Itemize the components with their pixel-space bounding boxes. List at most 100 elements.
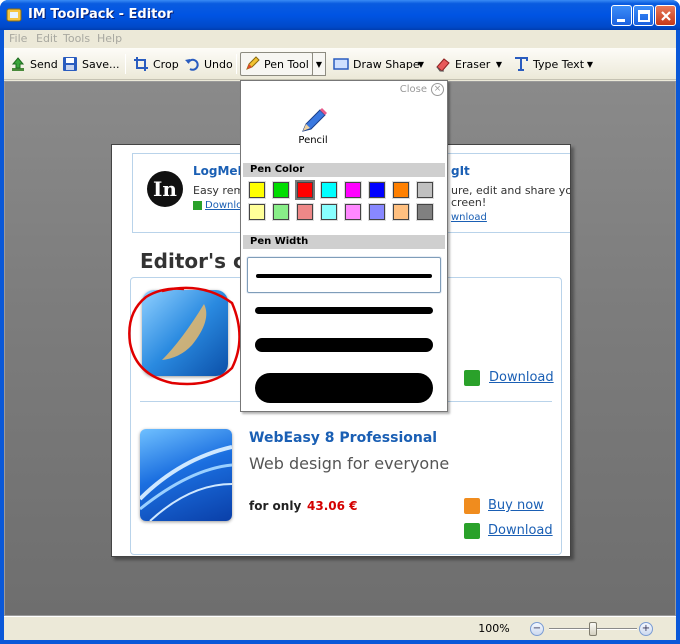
minimize-button[interactable] [611, 5, 632, 26]
red-pencil-annotation [128, 286, 241, 386]
draw-shape-label: Draw Shape [353, 57, 420, 71]
color-swatch[interactable] [368, 203, 386, 221]
send-icon [11, 57, 25, 71]
cart-icon [464, 498, 480, 514]
pen-tool-button[interactable]: Pen Tool [240, 52, 313, 76]
undo-button[interactable]: Undo [181, 52, 236, 76]
color-swatch[interactable] [416, 181, 434, 199]
zoom-level: 100% [478, 622, 510, 635]
logmein-logo: In [147, 171, 183, 207]
eraser-icon [436, 58, 450, 72]
zoom-out-button[interactable]: − [530, 622, 544, 636]
panel-close-label[interactable]: Close [400, 84, 427, 95]
pen-icon [246, 56, 260, 70]
crop-button[interactable]: Crop [130, 52, 182, 76]
pen-width-sample [256, 274, 432, 278]
pen-width-sample [255, 373, 433, 403]
title-bar[interactable]: IM ToolPack - Editor [0, 0, 680, 30]
download-link-2: Download [488, 523, 553, 538]
pencil-label: Pencil [298, 135, 328, 146]
buy-now-link: Buy now [488, 498, 544, 513]
draw-shape-button[interactable]: Draw Shape [330, 52, 423, 76]
minimize-icon [617, 19, 625, 22]
close-icon [661, 11, 671, 21]
right-ad-title: gIt [451, 164, 470, 178]
pen-color-header: Pen Color [243, 163, 445, 177]
color-swatch[interactable] [248, 181, 266, 199]
pen-width-sample [255, 306, 433, 314]
menu-file[interactable]: File [9, 32, 27, 45]
webeasy-title: WebEasy 8 Professional [249, 430, 438, 446]
pen-tool-label: Pen Tool [264, 57, 309, 71]
pen-width-option[interactable] [247, 367, 441, 409]
color-swatch[interactable] [392, 203, 410, 221]
type-text-dropdown-arrow[interactable]: ▼ [583, 52, 597, 76]
chevron-down-icon: ▼ [495, 59, 503, 69]
text-icon [515, 57, 528, 71]
color-swatch[interactable] [344, 181, 362, 199]
color-swatch[interactable] [320, 181, 338, 199]
undo-icon [185, 58, 199, 71]
color-swatch[interactable] [295, 180, 315, 200]
logmein-description: Easy rem [193, 184, 245, 197]
color-swatch[interactable] [296, 203, 314, 221]
pen-tool-panel: Close × Pencil Pen Color Pen Width [240, 80, 448, 412]
chevron-down-icon: ▼ [315, 59, 323, 69]
color-swatch[interactable] [392, 181, 410, 199]
maximize-icon [638, 10, 650, 22]
webeasy-icon [138, 429, 233, 522]
zoom-in-button[interactable]: + [639, 622, 653, 636]
maximize-button[interactable] [633, 5, 654, 26]
color-swatch[interactable] [248, 203, 266, 221]
close-button[interactable] [655, 5, 676, 26]
status-bar: 100% − + [4, 616, 676, 640]
color-swatch[interactable] [368, 181, 386, 199]
send-label: Send [30, 57, 58, 71]
right-ad-download-link: wnload [451, 212, 487, 223]
window-title: IM ToolPack - Editor [28, 7, 173, 22]
webeasy-subtitle: Web design for everyone [249, 454, 450, 473]
color-swatch[interactable] [272, 181, 290, 199]
download-check-icon [464, 370, 480, 386]
zoom-slider-thumb[interactable] [589, 622, 597, 636]
shape-icon [333, 58, 349, 70]
color-swatch[interactable] [272, 203, 290, 221]
send-button[interactable]: Send [7, 52, 61, 76]
pencil-tool-option[interactable]: Pencil [293, 107, 333, 146]
download-check-icon [464, 523, 480, 539]
color-swatch[interactable] [344, 203, 362, 221]
save-icon [63, 57, 77, 71]
toolbar: Send Save... Crop Undo Pen Tool ▼ Draw S… [4, 48, 676, 80]
eraser-label: Eraser [455, 57, 491, 71]
pen-width-sample [255, 338, 433, 352]
app-icon [6, 7, 22, 23]
close-icon[interactable]: × [431, 83, 444, 96]
color-swatch[interactable] [320, 203, 338, 221]
pen-width-option[interactable] [247, 295, 441, 325]
pen-width-option[interactable] [247, 329, 441, 361]
menu-edit[interactable]: Edit [36, 32, 57, 45]
right-ad-description-2: creen! [451, 196, 487, 209]
menu-bar: File Edit Tools Help [4, 30, 676, 48]
crop-icon [134, 57, 148, 71]
draw-shape-dropdown-arrow[interactable]: ▼ [414, 52, 428, 76]
eraser-dropdown-arrow[interactable]: ▼ [492, 52, 506, 76]
check-icon [193, 200, 202, 210]
menu-help[interactable]: Help [97, 32, 122, 45]
webeasy-price: 43.06 € [307, 499, 358, 513]
save-label: Save... [82, 57, 120, 71]
pen-tool-dropdown-arrow[interactable]: ▼ [312, 52, 326, 76]
chevron-down-icon: ▼ [417, 59, 425, 69]
type-text-button[interactable]: Type Text [510, 52, 587, 76]
menu-tools[interactable]: Tools [63, 32, 90, 45]
pen-width-option[interactable] [247, 257, 441, 293]
type-text-label: Type Text [533, 57, 585, 71]
pen-width-header: Pen Width [243, 235, 445, 249]
toolbar-separator [125, 54, 126, 74]
crop-label: Crop [153, 57, 179, 71]
save-button[interactable]: Save... [59, 52, 123, 76]
chevron-down-icon: ▼ [586, 59, 594, 69]
webeasy-for-only: for only [249, 499, 302, 513]
color-swatch[interactable] [416, 203, 434, 221]
eraser-button[interactable]: Eraser [432, 52, 493, 76]
